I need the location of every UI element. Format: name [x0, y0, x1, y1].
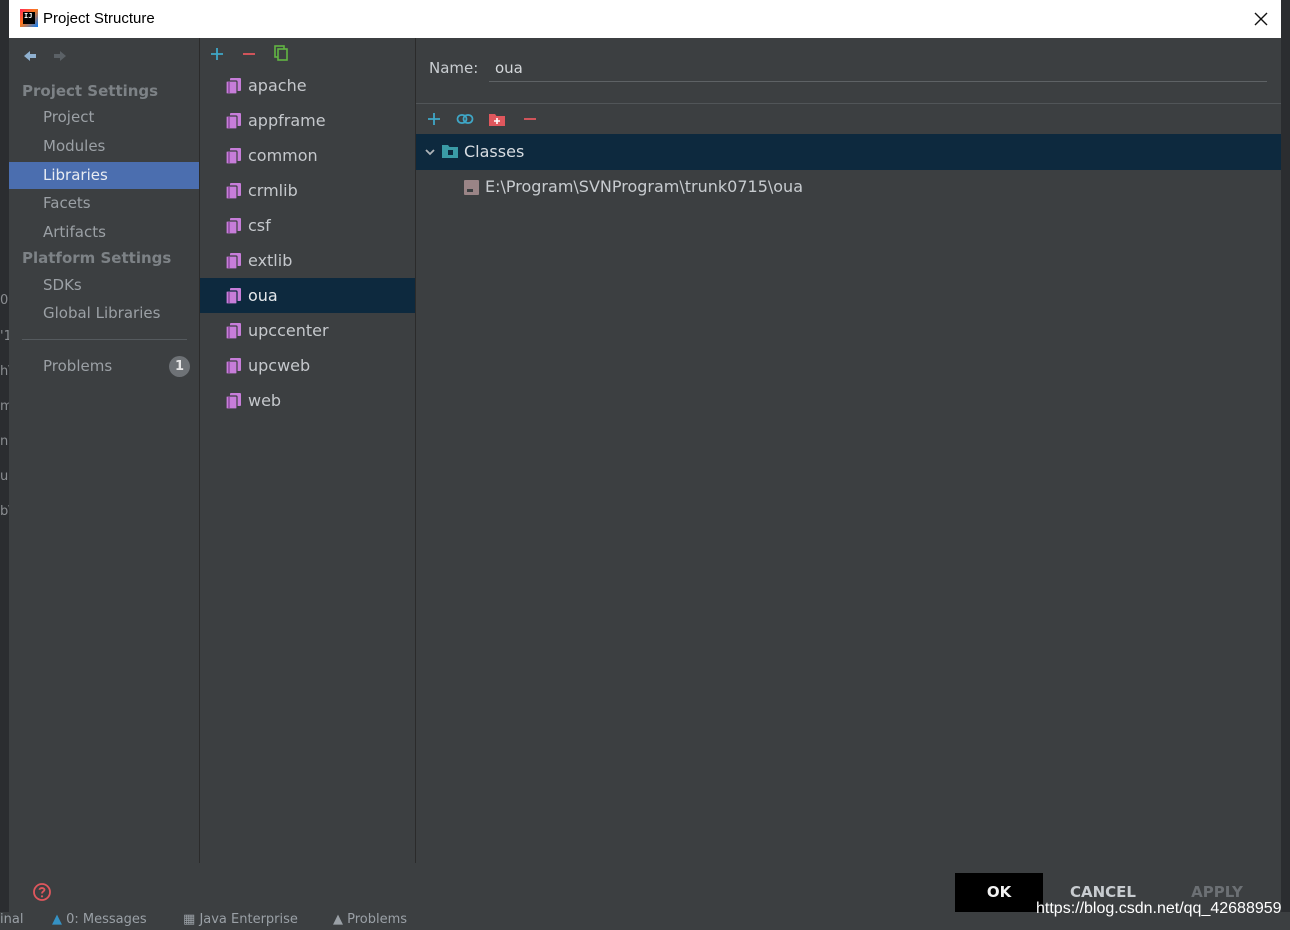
- nav-item-sdks[interactable]: SDKs: [9, 272, 199, 299]
- project-settings-header: Project Settings: [22, 82, 159, 100]
- library-label: oua: [248, 286, 278, 305]
- nav-item-facets[interactable]: Facets: [9, 190, 199, 217]
- name-field[interactable]: [489, 54, 1267, 82]
- watermark-url: https://blog.csdn.net/qq_42688959: [1036, 900, 1282, 917]
- back-arrow-icon[interactable]: [22, 48, 38, 64]
- jar-directory-icon: [464, 180, 479, 195]
- link-icon[interactable]: [456, 110, 474, 128]
- library-icon: [226, 253, 241, 269]
- library-item[interactable]: web: [200, 383, 415, 418]
- library-label: appframe: [248, 111, 326, 130]
- tree-node-label: E:\Program\SVNProgram\trunk0715\oua: [485, 177, 803, 196]
- library-icon: [226, 78, 241, 94]
- library-icon: [226, 288, 241, 304]
- background-text: 0: [0, 293, 9, 308]
- close-button[interactable]: [1247, 5, 1275, 33]
- dialog-title: Project Structure: [43, 10, 155, 27]
- library-icon: [226, 113, 241, 129]
- library-label: common: [248, 146, 318, 165]
- library-icon: [226, 358, 241, 374]
- library-item[interactable]: extlib: [200, 243, 415, 278]
- background-ide-right: [1281, 0, 1290, 930]
- classes-folder-icon: [442, 145, 458, 158]
- copy-icon[interactable]: [272, 44, 290, 62]
- platform-settings-header: Platform Settings: [22, 249, 172, 267]
- intellij-app-icon: IJ: [20, 9, 38, 27]
- nav-divider: [22, 339, 187, 340]
- library-item[interactable]: apache: [200, 68, 415, 103]
- classes-tree: Classes E:\Program\SVNProgram\trunk0715\…: [416, 134, 1281, 863]
- nav-item-global-libraries[interactable]: Global Libraries: [9, 300, 199, 327]
- background-text: '1: [0, 329, 9, 344]
- library-item[interactable]: upcweb: [200, 348, 415, 383]
- background-text: h\: [0, 364, 9, 379]
- help-icon[interactable]: [32, 882, 52, 902]
- problems-tab-icon: ▲: [333, 912, 343, 927]
- add-icon[interactable]: [425, 110, 443, 128]
- add-icon[interactable]: [208, 45, 226, 63]
- ok-button[interactable]: OK: [955, 873, 1043, 912]
- name-label: Name:: [429, 59, 479, 77]
- java-enterprise-icon: ▦: [183, 912, 196, 927]
- problems-count-badge: 1: [169, 356, 190, 377]
- library-label: apache: [248, 76, 307, 95]
- tree-node-classes[interactable]: Classes: [416, 134, 1281, 170]
- chevron-down-icon[interactable]: [424, 146, 436, 158]
- nav-item-project[interactable]: Project: [9, 104, 199, 131]
- background-tab: inal: [0, 912, 24, 927]
- library-list-panel: apache appframe common crmlib csf extlib…: [200, 38, 415, 863]
- nav-item-modules[interactable]: Modules: [9, 133, 199, 160]
- settings-navigation: Project Settings Project Modules Librari…: [9, 38, 199, 863]
- nav-item-libraries[interactable]: Libraries: [9, 162, 199, 189]
- background-tab: ▲ Problems: [333, 912, 408, 927]
- library-label: csf: [248, 216, 271, 235]
- library-icon: [226, 183, 241, 199]
- library-icon: [226, 148, 241, 164]
- background-text: n: [0, 434, 9, 449]
- library-item[interactable]: csf: [200, 208, 415, 243]
- remove-icon[interactable]: [240, 45, 258, 63]
- background-tab: ▲ 0: Messages: [52, 912, 147, 927]
- background-ide-left: [0, 0, 9, 930]
- library-detail-panel: Name: Classes: [416, 38, 1281, 863]
- messages-tab-icon: ▲: [52, 912, 62, 927]
- library-icon: [226, 393, 241, 409]
- library-label: upcweb: [248, 356, 311, 375]
- remove-icon[interactable]: [521, 110, 539, 128]
- library-label: upccenter: [248, 321, 329, 340]
- title-bar: IJ Project Structure: [9, 0, 1281, 38]
- library-label: extlib: [248, 251, 293, 270]
- background-text: b\: [0, 504, 9, 519]
- library-item[interactable]: appframe: [200, 103, 415, 138]
- tree-node-path[interactable]: E:\Program\SVNProgram\trunk0715\oua: [416, 170, 1281, 205]
- divider: [416, 103, 1281, 104]
- add-folder-icon[interactable]: [488, 110, 506, 128]
- background-tab: ▦ Java Enterprise: [183, 912, 298, 927]
- library-item[interactable]: crmlib: [200, 173, 415, 208]
- library-item[interactable]: upccenter: [200, 313, 415, 348]
- forward-arrow-icon[interactable]: [52, 48, 68, 64]
- library-icon: [226, 218, 241, 234]
- background-text: u: [0, 469, 9, 484]
- tree-node-label: Classes: [464, 142, 525, 161]
- library-label: web: [248, 391, 282, 410]
- library-item[interactable]: common: [200, 138, 415, 173]
- library-item-selected[interactable]: oua: [200, 278, 415, 313]
- library-label: crmlib: [248, 181, 298, 200]
- project-structure-dialog: IJ Project Structure Project Settings Pr…: [9, 0, 1281, 912]
- close-icon: [1254, 12, 1268, 26]
- nav-item-artifacts[interactable]: Artifacts: [9, 219, 199, 246]
- background-text: m: [0, 399, 9, 414]
- library-icon: [226, 323, 241, 339]
